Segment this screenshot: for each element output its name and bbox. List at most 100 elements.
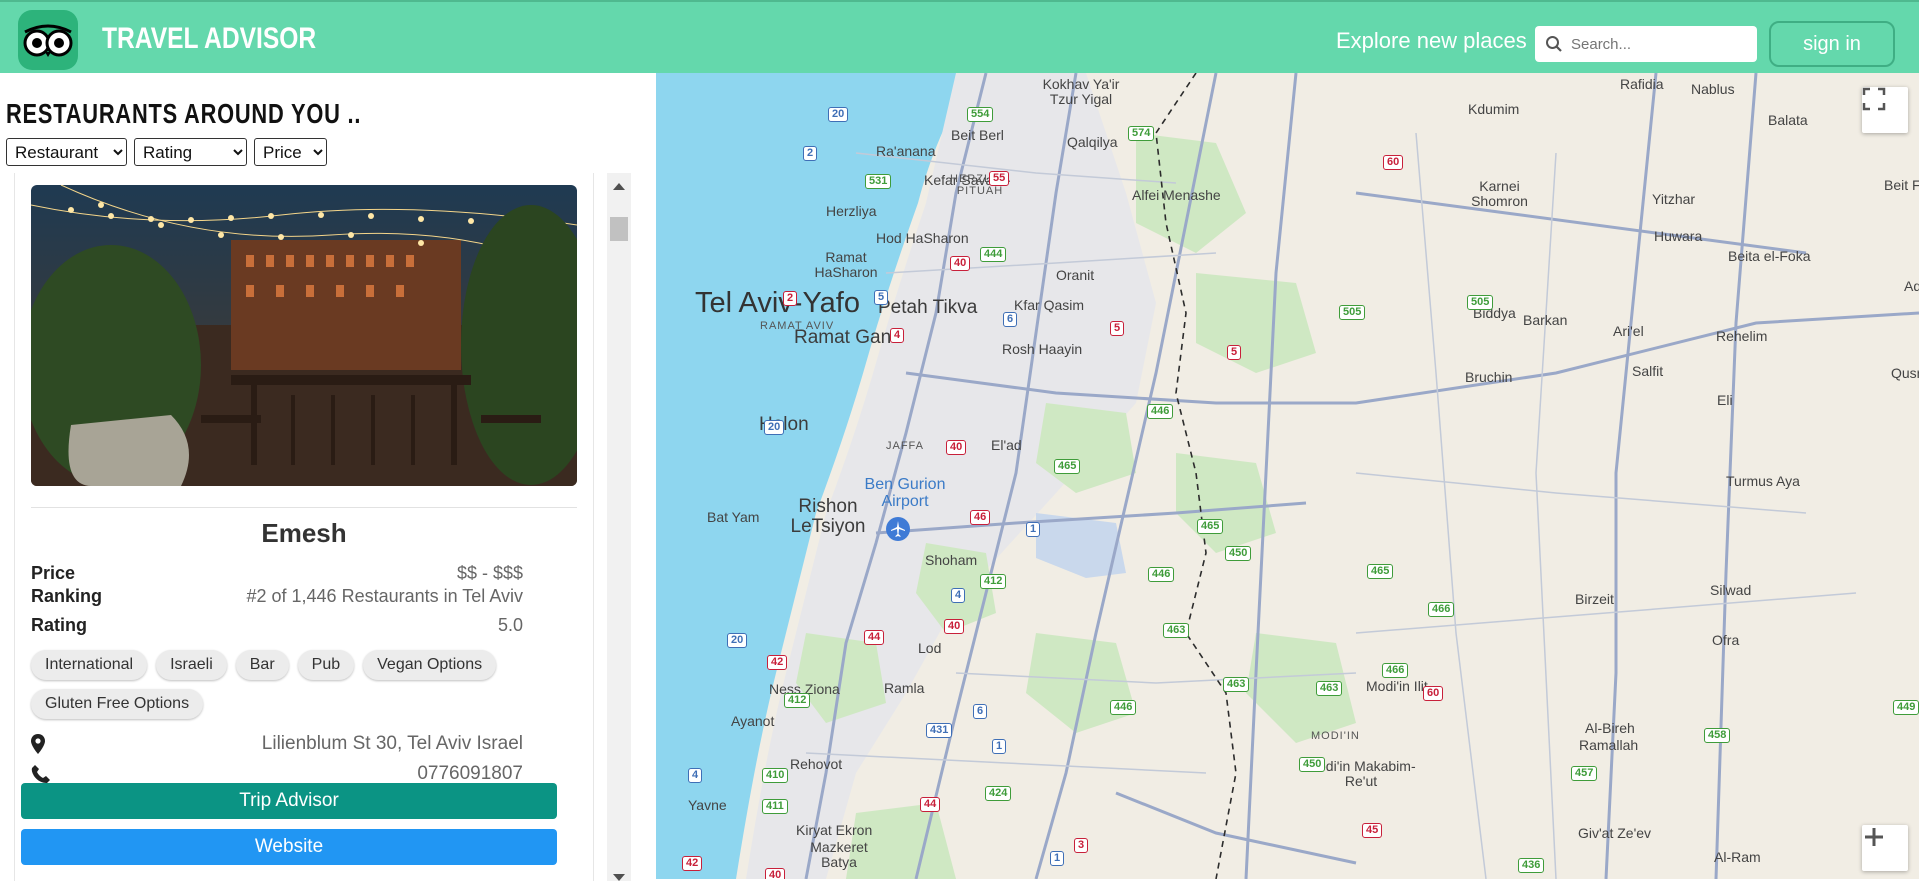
fullscreen-button[interactable] [1862, 87, 1908, 133]
tag-chip[interactable]: Pub [297, 650, 355, 680]
map-city-label: Hod HaSharon [876, 230, 969, 246]
road-shield: 60 [1423, 686, 1444, 701]
road-shield: 463 [1223, 677, 1250, 692]
brand-title: TRAVEL ADVISOR [102, 22, 317, 55]
plus-icon [1865, 828, 1883, 846]
map-city-label: Balata [1768, 112, 1808, 128]
road-shield: 2 [783, 291, 798, 306]
map-city-label: Silwad [1710, 582, 1752, 598]
sign-in-button[interactable]: sign in [1769, 21, 1895, 67]
road-shield: 463 [1163, 623, 1190, 638]
map-city-label: Alfei Menashe [1132, 187, 1221, 203]
map-city-label: Beit Berl [951, 127, 1004, 143]
website-button[interactable]: Website [21, 829, 557, 865]
road-shield: 505 [1467, 295, 1494, 310]
map-city-label: Yavne [688, 797, 727, 813]
search-box[interactable] [1535, 26, 1757, 62]
road-shield: 2 [803, 146, 818, 161]
map-city-label: Qalqilya [1067, 134, 1118, 150]
cuisine-tags: International Israeli Bar Pub Vegan Opti… [31, 650, 551, 719]
map-city-label: Bruchin [1465, 369, 1513, 385]
road-shield: 20 [828, 107, 849, 122]
card-divider [31, 507, 577, 508]
scroll-up-arrow-icon[interactable] [613, 183, 625, 190]
rating-row: Rating 5.0 [31, 615, 523, 636]
rating-value: 5.0 [497, 615, 523, 635]
map-city-label: Petah Tikva [878, 297, 978, 318]
airport-icon[interactable] [886, 517, 910, 541]
trip-advisor-button[interactable]: Trip Advisor [21, 783, 557, 819]
road-shield: 424 [985, 786, 1012, 801]
road-shield: 446 [1148, 567, 1175, 582]
tag-chip[interactable]: International [31, 650, 148, 680]
road-shield: 55 [989, 171, 1010, 186]
map-city-label: Birzeit [1575, 591, 1614, 607]
list-scrollbar[interactable] [607, 173, 631, 881]
road-shield: 40 [946, 440, 967, 455]
zoom-in-button[interactable] [1862, 825, 1908, 871]
rating-select[interactable]: Rating [134, 138, 247, 166]
road-shield: 505 [1339, 305, 1366, 320]
map-city-label: Ayanot [731, 713, 775, 729]
map-view[interactable]: Tel Aviv-Yafo Petah Tikva Ramat Gan Holo… [656, 73, 1919, 879]
location-pin-icon [31, 734, 45, 754]
road-shield: 20 [727, 633, 748, 648]
map-area-label: RAMAT AVIV [760, 320, 835, 332]
road-shield: 6 [973, 704, 988, 719]
map-city-label: Rosh Haayin [1002, 341, 1083, 357]
road-shield: 3 [1074, 838, 1089, 853]
road-shield: 465 [1054, 459, 1081, 474]
type-select[interactable]: Restaurant [6, 138, 127, 166]
restaurant-list[interactable]: Emesh Price $$ - $$$ Ranking #2 of 1,446… [14, 173, 594, 881]
road-shield: 466 [1428, 602, 1455, 617]
restaurant-panel: RESTAURANTS AROUND YOU .. Restaurant Rat… [0, 73, 656, 881]
fullscreen-icon [1862, 87, 1886, 111]
road-shield: 531 [865, 174, 892, 189]
road-shield: 46 [970, 510, 991, 525]
road-shield: 457 [1571, 766, 1598, 781]
map-city-label: Huwara [1654, 228, 1703, 244]
map-city-label: Ramla [884, 680, 925, 696]
tag-chip[interactable]: Israeli [156, 650, 227, 680]
road-shield: 4 [688, 768, 703, 783]
road-shield: 446 [1110, 700, 1137, 715]
map-city-label: Beit Fu [1884, 177, 1919, 193]
road-shield: 1 [992, 739, 1007, 754]
scroll-down-arrow-icon[interactable] [613, 874, 625, 881]
map-city-label: Yitzhar [1652, 191, 1696, 207]
price-value: $$ - $$$ [456, 563, 523, 583]
price-select[interactable]: Price [254, 138, 327, 166]
map-city-label: Kdumim [1468, 101, 1520, 117]
price-label: Price [31, 563, 76, 583]
road-shield: 412 [980, 574, 1007, 589]
scroll-thumb[interactable] [610, 217, 628, 241]
map-city-label: Ofra [1712, 632, 1740, 648]
road-shield: 463 [1316, 681, 1343, 696]
road-shield: 1 [1050, 851, 1065, 866]
road-shield: 574 [1128, 126, 1155, 141]
search-icon [1546, 36, 1562, 52]
tag-chip[interactable]: Gluten Free Options [31, 689, 204, 719]
tag-chip[interactable]: Bar [235, 650, 289, 680]
price-row: Price $$ - $$$ [31, 563, 523, 584]
tripadvisor-logo-icon[interactable] [18, 10, 78, 70]
road-shield: 44 [864, 630, 885, 645]
road-shield: 436 [1518, 858, 1545, 873]
road-shield: 450 [1225, 546, 1252, 561]
tag-chip[interactable]: Vegan Options [363, 650, 497, 680]
phone-text: 0776091807 [417, 763, 523, 784]
ranking-label: Ranking [31, 586, 103, 606]
page-title: RESTAURANTS AROUND YOU .. [6, 98, 362, 129]
road-shield: 466 [1382, 663, 1409, 678]
map-city-label: Herzliya [826, 203, 877, 219]
map-city-label: Oranit [1056, 267, 1095, 283]
road-shield: 5 [1227, 345, 1242, 360]
road-shield: 412 [784, 693, 811, 708]
map-city-label: Rehelim [1716, 328, 1768, 344]
map-city-label: Ra'anana [876, 143, 936, 159]
road-shield: 60 [1383, 155, 1404, 170]
map-city-label: Ramallah [1579, 737, 1639, 753]
search-input[interactable] [1571, 35, 1741, 53]
road-shield: 458 [1704, 728, 1731, 743]
map-city-label: Turmus Aya [1726, 473, 1800, 489]
